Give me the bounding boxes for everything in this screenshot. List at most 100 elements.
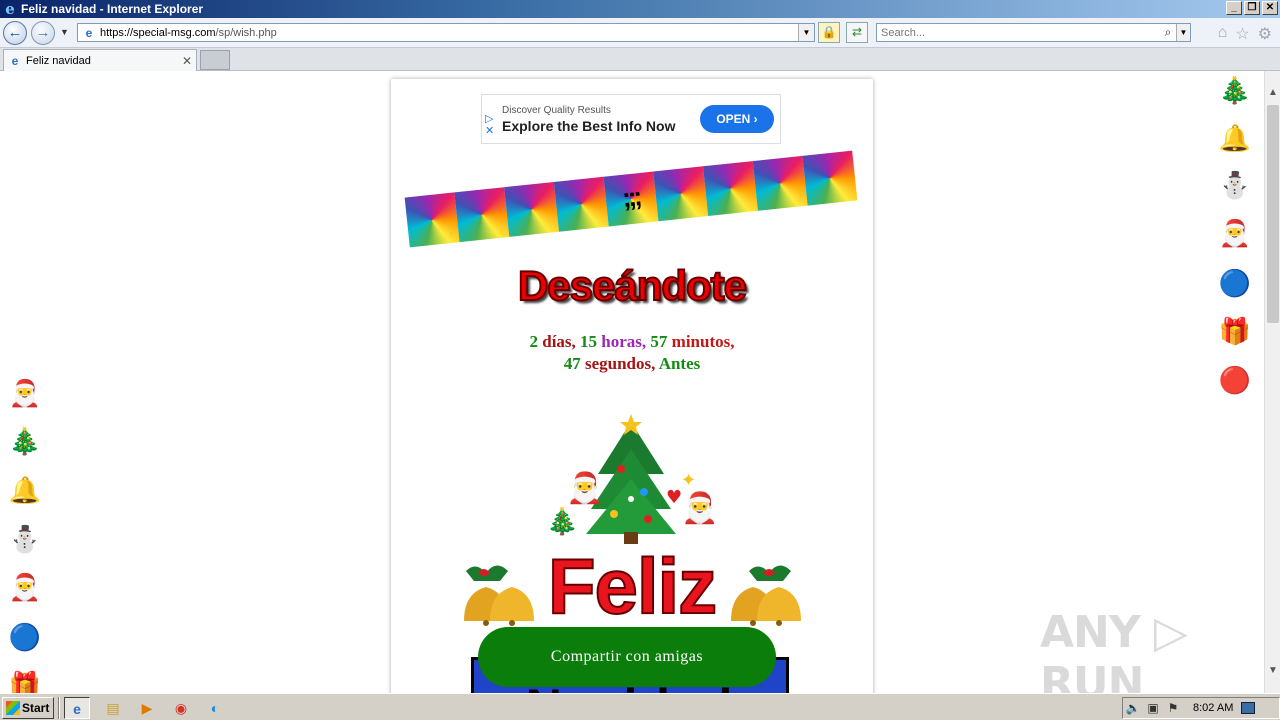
snowman-icon: ⛄ (8, 524, 42, 554)
red-ornament-icon: 🔴 (1218, 365, 1252, 395)
page-icon: e (85, 25, 93, 40)
taskbar-chrome-icon[interactable]: ◉ (168, 697, 194, 719)
taskbar-edge-icon[interactable]: ◐ (202, 697, 228, 719)
clock[interactable]: 8:02 AM (1193, 702, 1233, 714)
network-icon[interactable]: ▣ (1143, 701, 1163, 715)
volume-icon[interactable]: 🔈 (1123, 701, 1143, 715)
countdown-text: 2 días, 15 horas, 57 minutos, 47 segundo… (391, 331, 873, 375)
taskbar-separator (58, 697, 60, 719)
banner-tile (702, 161, 758, 217)
days-number: 2 (529, 332, 539, 351)
system-tray: 🔈 ▣ ⚑ 8:02 AM (1122, 697, 1280, 719)
hours-word: horas, (601, 332, 647, 351)
back-arrow-icon: ← (7, 24, 23, 41)
gift-icon: 🎁 (1218, 316, 1252, 346)
address-url[interactable]: https://special-msg.com/sp/wish.php (100, 27, 277, 39)
address-dropdown-icon[interactable]: ▼ (798, 24, 814, 41)
toolbar-icons: ⌂ ☆ ⚙ (1218, 24, 1272, 44)
tab-bar: e Feliz navidad ✕ (0, 48, 1280, 71)
tab-page-icon: e (11, 53, 19, 68)
search-input[interactable]: Search... (881, 27, 1160, 39)
settings-gear-icon[interactable]: ⚙ (1258, 24, 1272, 44)
restore-button[interactable]: ❐ (1244, 1, 1260, 15)
taskbar-ie-icon[interactable]: e (64, 697, 90, 719)
hours-number: 15 (580, 332, 598, 351)
ie-logo-icon: e (5, 0, 15, 18)
taskbar-media-player-icon[interactable]: ▶ (134, 697, 160, 719)
refresh-button[interactable]: ⇄ (846, 22, 868, 43)
address-bar[interactable]: e https://special-msg.com/sp/wish.php ▼ (77, 23, 815, 42)
new-tab-button[interactable] (200, 50, 230, 70)
advertisement[interactable]: ▷ ✕ Discover Quality Results Explore the … (481, 94, 781, 144)
ornament-icon: 🔵 (8, 622, 42, 652)
search-dropdown-icon[interactable]: ▼ (1176, 24, 1190, 41)
christmas-tree-icon: 🎄 (1218, 75, 1252, 105)
minimize-button[interactable]: _ (1226, 1, 1242, 15)
banner-tile (504, 181, 560, 237)
before-word: Antes (658, 354, 701, 373)
tab-close-icon[interactable]: ✕ (182, 54, 192, 68)
banner-tile (553, 176, 609, 232)
banner-tile (752, 155, 808, 211)
days-word: días, (542, 332, 576, 351)
search-box[interactable]: Search... ⌕ ▼ (876, 23, 1191, 42)
scroll-up-icon[interactable]: ▲ (1265, 85, 1280, 101)
ad-small-text: Discover Quality Results (502, 105, 611, 116)
flag-icon[interactable]: ⚑ (1163, 701, 1183, 715)
santa-face-icon: 🎅 (566, 471, 604, 506)
lock-button[interactable]: 🔒 (818, 22, 840, 43)
banner-tile (454, 187, 510, 243)
seconds-number: 47 (563, 354, 581, 373)
history-dropdown-icon[interactable]: ▼ (60, 27, 69, 37)
vertical-scrollbar[interactable]: ▲ ▼ (1264, 71, 1280, 693)
rainbow-banner: ;;; (404, 150, 858, 248)
tab-feliz-navidad[interactable]: e Feliz navidad ✕ (3, 49, 197, 71)
ad-open-label: OPEN (716, 112, 751, 126)
url-path: /sp/wish.php (215, 26, 277, 39)
seconds-word: segundos, (584, 354, 656, 373)
scroll-thumb[interactable] (1267, 105, 1279, 323)
lock-icon: 🔒 (821, 25, 837, 39)
start-label: Start (22, 701, 50, 715)
christmas-tree-icon: 🎄 (8, 426, 42, 456)
santa-hat-icon: 🎅 (8, 572, 42, 602)
minutes-number: 57 (650, 332, 668, 351)
ad-open-button[interactable]: OPEN › (700, 105, 774, 133)
page-heading: Deseándote (517, 261, 748, 310)
taskbar: Start e ▤ ▶ ◉ ◐ 🔈 ▣ ⚑ 8:02 AM (0, 693, 1280, 720)
bells-icon: 🔔 (8, 475, 42, 505)
ad-headline: Explore the Best Info Now (502, 118, 676, 134)
banner-symbol: ;;; (620, 181, 641, 213)
banner-tile (802, 150, 858, 206)
scroll-down-icon[interactable]: ▼ (1265, 663, 1280, 679)
santa-icon: 🎅 (8, 378, 42, 408)
url-host: https://special-msg.com (100, 26, 216, 39)
minutes-word: minutos, (671, 332, 735, 351)
refresh-icon: ⇄ (851, 25, 863, 39)
navigation-bar: ← → ▼ e https://special-msg.com/sp/wish.… (0, 18, 1280, 48)
favorites-star-icon[interactable]: ☆ (1235, 24, 1249, 44)
page-viewport: 🎄 🔔 ⛄ 🎅 🔵 🎁 🔴 🎅 🎄 🔔 ⛄ 🎅 🔵 🎁 ▷ ✕ Discover … (0, 71, 1264, 693)
windows-logo-icon (6, 701, 20, 715)
heart-icon: ♥ (666, 487, 683, 508)
share-button[interactable]: Compartir con amigas (478, 627, 776, 687)
santa-hat-icon: 🎅 (1218, 218, 1252, 248)
feliz-title: Feliz (547, 541, 718, 631)
window-titlebar: e Feliz navidad - Internet Explorer _ ❐ … (0, 0, 1280, 18)
back-button[interactable]: ← (3, 21, 27, 45)
ad-open-arrow-icon: › (753, 112, 758, 126)
adchoices-icon[interactable]: ▷ ✕ (485, 113, 494, 137)
anyrun-watermark: ANY ▷ RUN (1040, 607, 1188, 693)
home-icon[interactable]: ⌂ (1218, 24, 1228, 44)
banner-tile (404, 192, 460, 248)
show-desktop-icon[interactable] (1241, 702, 1256, 714)
window-title: Feliz navidad - Internet Explorer (21, 2, 204, 16)
bells-icon: 🔔 (1218, 123, 1252, 153)
search-icon[interactable]: ⌕ (1160, 25, 1176, 40)
taskbar-explorer-icon[interactable]: ▤ (100, 697, 126, 719)
start-button[interactable]: Start (2, 697, 54, 719)
forward-button[interactable]: → (31, 21, 55, 45)
close-button[interactable]: ✕ (1262, 1, 1278, 15)
ornament-icon: 🔵 (1218, 268, 1252, 298)
small-tree-icon: 🎄 (546, 507, 579, 537)
